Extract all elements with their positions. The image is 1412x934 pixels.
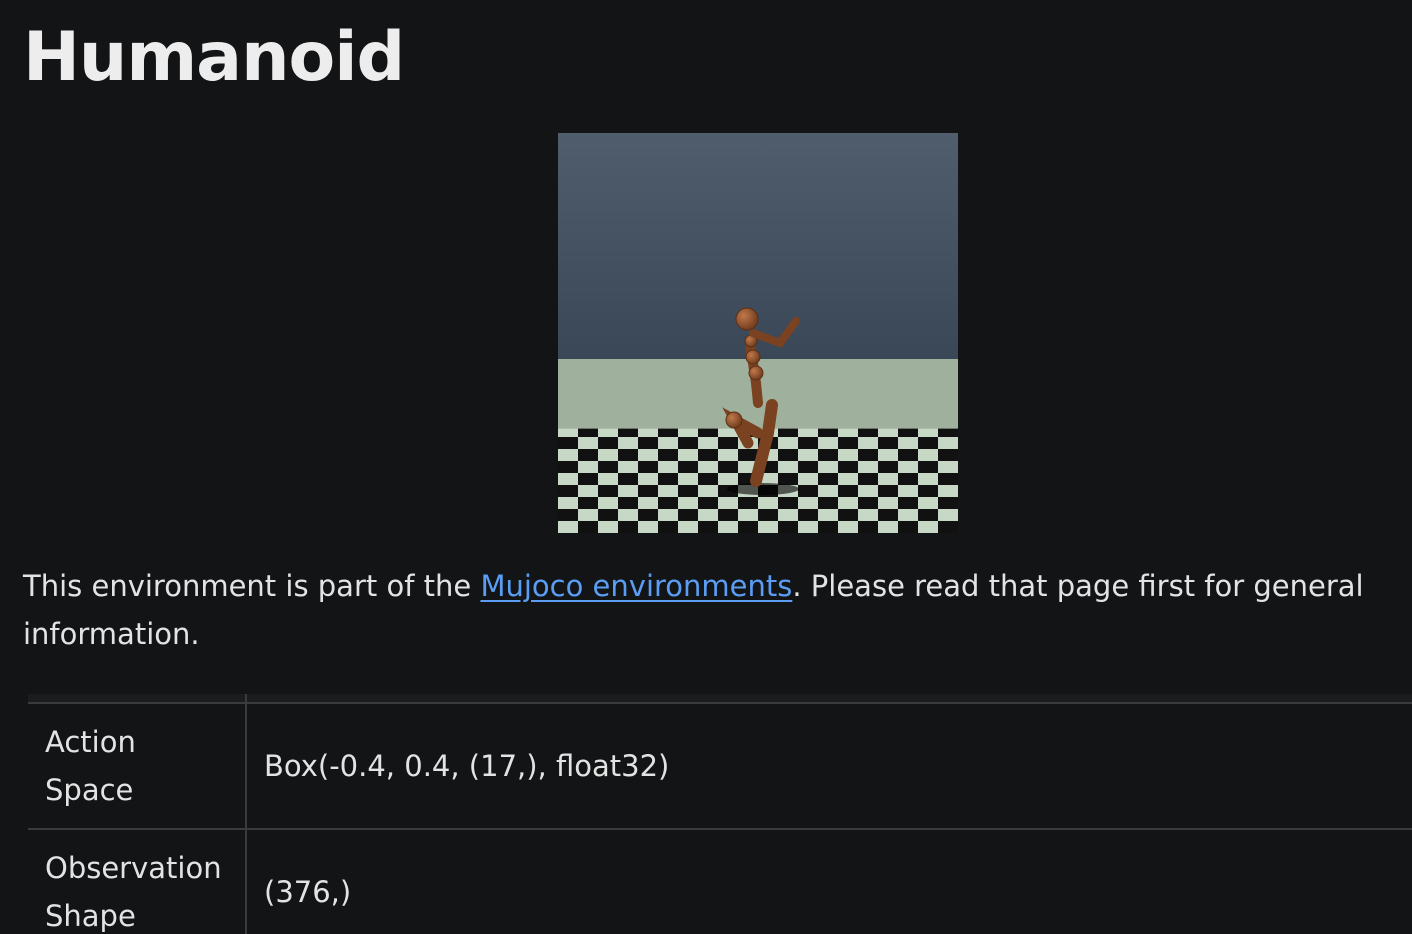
table-row-value: Box(-0.4, 0.4, (17,), float32) (246, 703, 1412, 830)
key-line: Observation (45, 851, 222, 885)
key-line: Action (45, 725, 136, 759)
table-header-strip (28, 694, 1412, 704)
table-row: Action Space Box(-0.4, 0.4, (17,), float3… (28, 703, 1412, 830)
page: Humanoid This environment is part of the… (0, 0, 1412, 934)
table-row-key: Action Space (28, 703, 247, 830)
intro-prefix: This environment is part of the (23, 569, 481, 603)
environment-info-table: Action Space Box(-0.4, 0.4, (17,), float3… (28, 694, 1412, 934)
table-row-value: (376,) (246, 829, 1412, 934)
key-line: Shape (45, 899, 136, 933)
intro-paragraph: This environment is part of the Mujoco e… (23, 562, 1393, 658)
humanoid-animation-image (558, 133, 958, 533)
page-title: Humanoid (23, 18, 405, 97)
mujoco-environments-link[interactable]: Mujoco environments (480, 569, 792, 603)
table-row: Observation Shape (376,) (28, 829, 1412, 934)
table-row-key: Observation Shape (28, 829, 247, 934)
key-line: Space (45, 773, 134, 807)
